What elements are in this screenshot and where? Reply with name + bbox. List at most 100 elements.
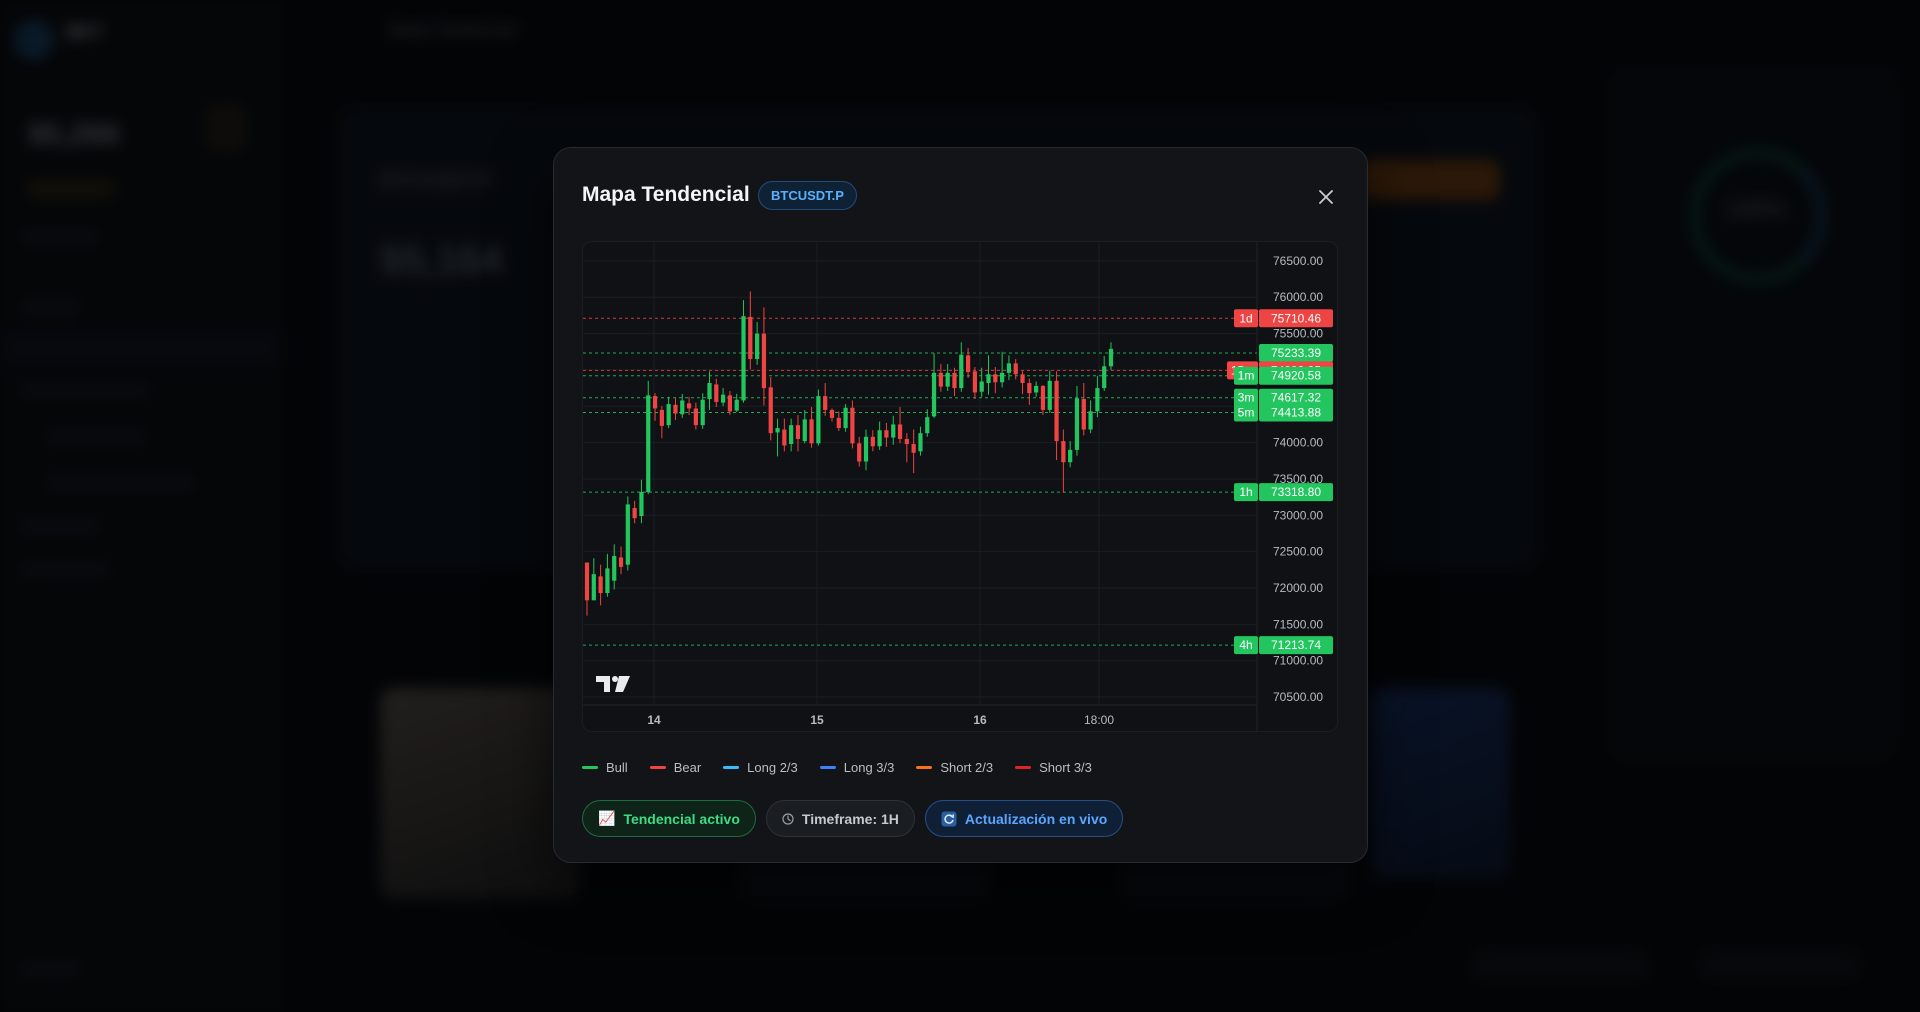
timeframe-tag: 1h [1239, 485, 1252, 499]
candle-body[interactable] [680, 400, 685, 415]
candle-body[interactable] [1068, 449, 1073, 463]
candle-body[interactable] [639, 492, 644, 517]
candle-body[interactable] [625, 504, 630, 565]
candle-body[interactable] [857, 443, 862, 462]
legend-swatch [916, 766, 933, 769]
candle-body[interactable] [870, 436, 875, 447]
candle-body[interactable] [659, 409, 664, 426]
candle-body[interactable] [1054, 380, 1059, 442]
candle-body[interactable] [795, 425, 801, 439]
candlestick-chart[interactable]: 76500.0076000.0075500.0075000.0074500.00… [582, 241, 1338, 732]
candle-body[interactable] [823, 396, 828, 410]
candle-body[interactable] [1027, 383, 1032, 394]
candle-body[interactable] [714, 384, 719, 402]
candle-body[interactable] [1095, 388, 1100, 412]
y-tick-label: 75500.00 [1273, 327, 1323, 341]
legend-label: Short 2/3 [940, 760, 994, 775]
candle-body[interactable] [707, 383, 712, 399]
candle-body[interactable] [931, 372, 937, 417]
candle-body[interactable] [816, 396, 821, 444]
candle-body[interactable] [1108, 348, 1114, 367]
legend-item: Short 3/3 [1015, 760, 1092, 775]
price-level-label: 75710.46 1d [1234, 309, 1333, 328]
candle-body[interactable] [986, 374, 991, 384]
chart-canvas[interactable]: 76500.0076000.0075500.0075000.0074500.00… [583, 242, 1338, 732]
candle-body[interactable] [605, 568, 610, 594]
candle-body[interactable] [775, 428, 780, 433]
trend-active-chip[interactable]: 📈 Tendencial activo [582, 800, 756, 837]
candle-body[interactable] [1006, 363, 1012, 373]
candle-body[interactable] [1088, 411, 1093, 430]
candle-body[interactable] [652, 396, 658, 409]
candle-body[interactable] [1013, 363, 1018, 375]
candle-body[interactable] [952, 372, 957, 389]
candle-body[interactable] [618, 557, 624, 567]
candle-body[interactable] [809, 419, 814, 444]
candle-body[interactable] [802, 419, 807, 442]
candle-body[interactable] [700, 399, 705, 426]
candle-body[interactable] [761, 333, 767, 389]
candle-body[interactable] [891, 424, 896, 438]
candle-body[interactable] [612, 555, 617, 581]
candle-body[interactable] [1040, 385, 1046, 410]
candle-body[interactable] [686, 403, 692, 409]
live-update-chip[interactable]: Actualización en vivo [924, 800, 1124, 837]
candle-body[interactable] [591, 574, 596, 601]
candle-body[interactable] [945, 372, 950, 387]
candle-body[interactable] [584, 562, 590, 601]
candle-body[interactable] [789, 425, 794, 445]
status-chips: 📈 Tendencial activo Timeframe: 1H Actual… [582, 800, 1124, 837]
x-tick-label: 18:00 [1084, 713, 1114, 727]
candle-body[interactable] [959, 354, 964, 389]
candle-body[interactable] [693, 408, 698, 426]
candle-body[interactable] [938, 372, 943, 387]
candle-body[interactable] [598, 576, 603, 594]
candle-body[interactable] [1034, 385, 1039, 393]
candle-body[interactable] [1047, 380, 1052, 410]
candle-body[interactable] [877, 430, 882, 447]
legend-item: Long 2/3 [723, 760, 798, 775]
candle-body[interactable] [1074, 398, 1080, 450]
candle-body[interactable] [863, 436, 869, 462]
candle-body[interactable] [850, 407, 855, 444]
candle-body[interactable] [666, 404, 671, 426]
candle-body[interactable] [632, 508, 637, 519]
candle-body[interactable] [1081, 398, 1086, 430]
candle-body[interactable] [720, 394, 726, 403]
candle-body[interactable] [748, 316, 753, 360]
candle-body[interactable] [993, 374, 998, 383]
candle-body[interactable] [965, 355, 971, 373]
candle-body[interactable] [755, 333, 760, 360]
candle-body[interactable] [884, 430, 889, 438]
price-level-label: 73318.80 1h [1234, 483, 1333, 502]
candle-body[interactable] [1000, 372, 1005, 383]
candle-body[interactable] [741, 316, 746, 401]
candle-body[interactable] [734, 399, 739, 411]
candle-body[interactable] [782, 429, 787, 446]
candle-body[interactable] [918, 433, 923, 452]
candle-body[interactable] [911, 444, 916, 453]
price-level-label: 74920.58 1m [1234, 366, 1333, 385]
modal-title: Mapa Tendencial [582, 183, 750, 206]
candle-body[interactable] [904, 438, 909, 445]
candle-body[interactable] [829, 409, 835, 418]
candle-body[interactable] [727, 395, 733, 412]
x-tick-label: 15 [810, 713, 824, 727]
candle-body[interactable] [768, 387, 773, 434]
candle-body[interactable] [836, 417, 841, 429]
candle-body[interactable] [979, 381, 984, 392]
candle-body[interactable] [673, 404, 678, 414]
close-button[interactable] [1311, 182, 1341, 212]
candle-body[interactable] [843, 407, 848, 429]
timeframe-chip[interactable]: Timeframe: 1H [765, 800, 915, 837]
legend-item: Bull [582, 760, 628, 775]
candle-body[interactable] [1102, 366, 1107, 389]
candle-body[interactable] [972, 371, 978, 393]
candle-body[interactable] [1020, 374, 1025, 384]
candle-body[interactable] [897, 424, 903, 439]
legend-item: Bear [649, 760, 701, 775]
candle-body[interactable] [925, 417, 930, 434]
candle-body[interactable] [646, 395, 651, 493]
chart-trend-icon: 📈 [598, 810, 616, 826]
candle-body[interactable] [1061, 441, 1066, 463]
